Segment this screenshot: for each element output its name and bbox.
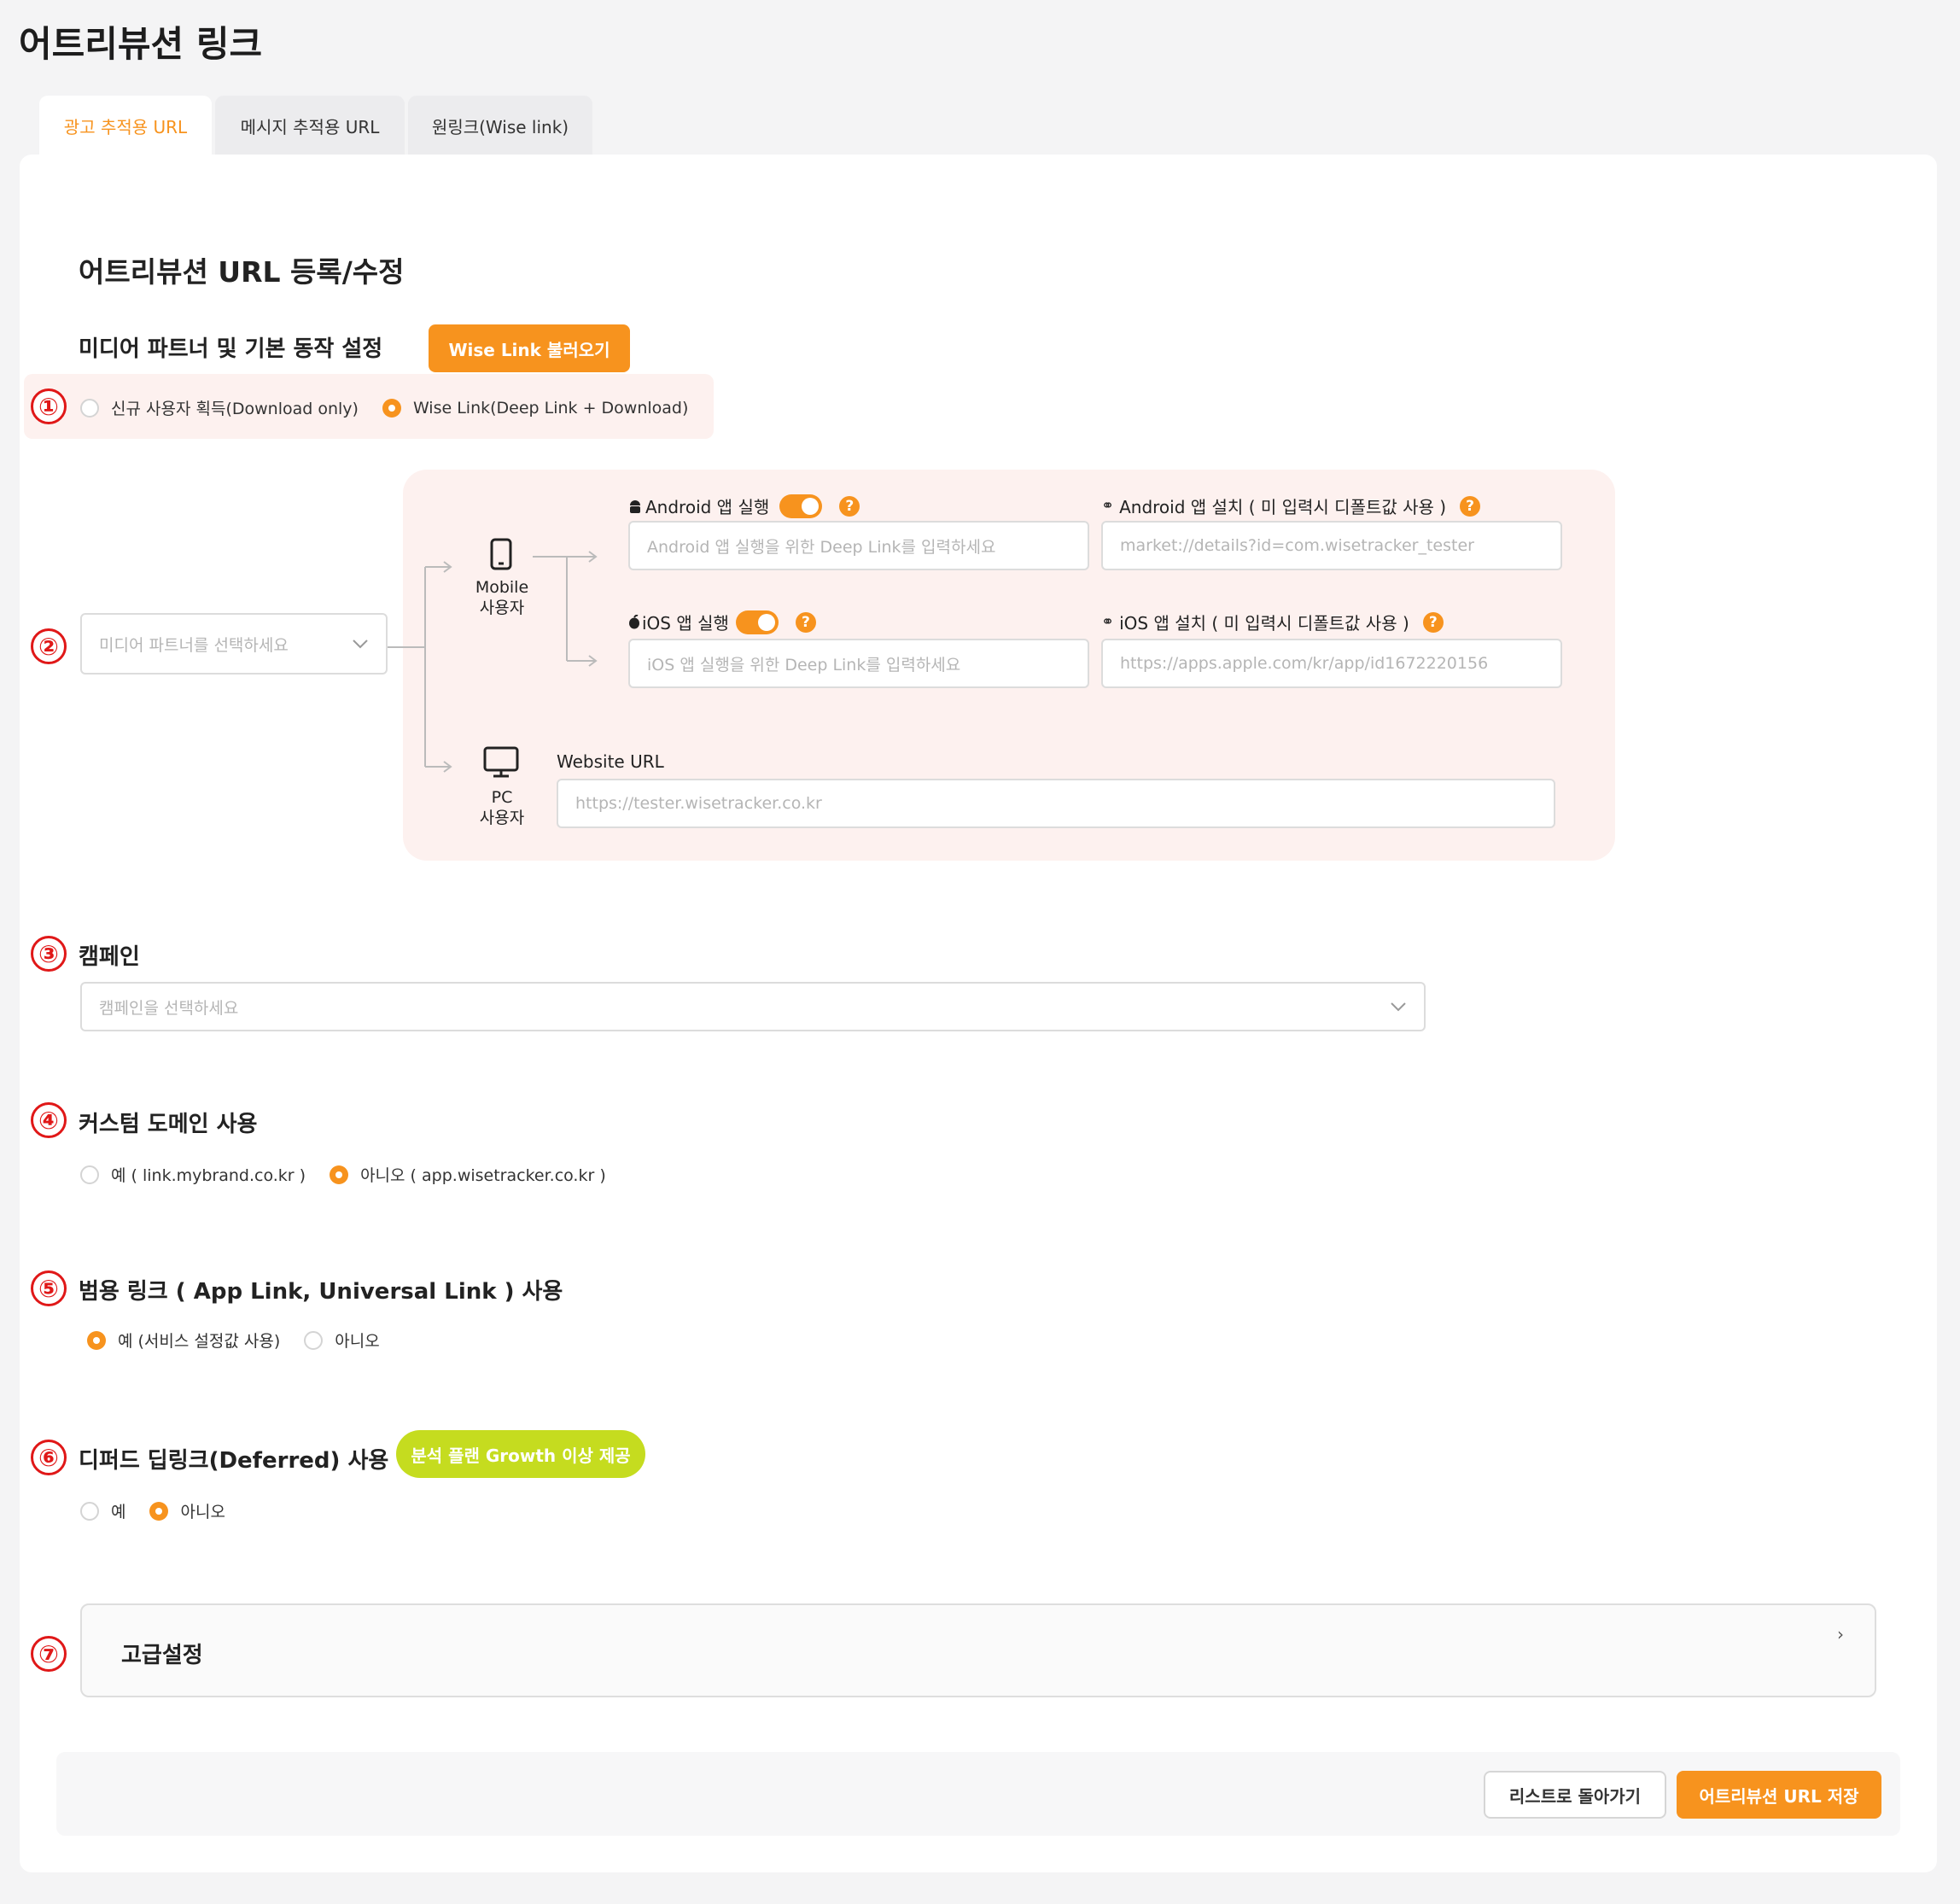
android-exec-toggle[interactable] [779, 494, 823, 518]
radio-universal-link-no[interactable]: 아니오 [304, 1329, 380, 1352]
radio-download-only[interactable]: 신규 사용자 획득(Download only) [80, 396, 359, 419]
mobile-label-line2: 사용자 [479, 599, 525, 617]
radio-deferred-no[interactable]: 아니오 [149, 1499, 225, 1522]
marker-4: ④ [31, 1102, 67, 1138]
tab-ad-tracking-url[interactable]: 광고 추적용 URL [39, 96, 212, 155]
radio-circle[interactable] [80, 1165, 99, 1184]
mobile-label-line1: Mobile [475, 578, 529, 597]
radio-circle-selected[interactable] [330, 1165, 349, 1184]
campaign-select[interactable]: 캠페인을 선택하세요 [80, 982, 1426, 1031]
ios-exec-label: iOS 앱 실행 [642, 613, 729, 634]
android-deep-link-input[interactable]: Android 앱 실행을 위한 Deep Link를 입력하세요 [628, 521, 1089, 570]
radio-deferred-yes[interactable]: 예 [80, 1499, 125, 1522]
android-install-label: Android 앱 설치 ( 미 입력시 디폴트값 사용 ) [1119, 497, 1447, 517]
growth-plan-badge: 분석 플랜 Growth 이상 제공 [396, 1430, 645, 1478]
custom-domain-title: 커스텀 도메인 사용 [79, 1112, 258, 1137]
back-to-list-button[interactable]: 리스트로 돌아가기 [1484, 1771, 1666, 1819]
radio-label: 신규 사용자 획득(Download only) [111, 400, 359, 418]
radio-circle[interactable] [304, 1330, 324, 1350]
radio-custom-domain-no[interactable]: 아니오 ( app.wisetracker.co.kr ) [330, 1163, 606, 1186]
custom-domain-radio-group: 예 ( link.mybrand.co.kr ) 아니오 ( app.wiset… [80, 1163, 630, 1186]
advanced-settings-title: 고급설정 [121, 1643, 203, 1668]
deferred-radio-group: 예 아니오 [80, 1499, 249, 1522]
chevron-down-icon [353, 640, 368, 649]
chevron-right-icon: › [1837, 1624, 1844, 1644]
page-title: 어트리뷰션 링크 [19, 23, 263, 65]
radio-circle-selected[interactable] [149, 1501, 169, 1521]
radio-label: 예 ( link.mybrand.co.kr ) [111, 1166, 306, 1185]
ios-deep-link-input[interactable]: iOS 앱 실행을 위한 Deep Link를 입력하세요 [628, 639, 1089, 688]
save-attribution-url-button[interactable]: 어트리뷰션 URL 저장 [1677, 1771, 1881, 1819]
marker-2: ② [31, 628, 67, 664]
ios-exec-label-row: iOS 앱 실행 ? [628, 610, 816, 634]
ios-install-label: iOS 앱 설치 ( 미 입력시 디폴트값 사용 ) [1119, 613, 1409, 634]
help-icon[interactable]: ? [1422, 611, 1444, 633]
radio-circle[interactable] [80, 398, 99, 418]
mobile-user-label: Mobile 사용자 [459, 577, 545, 618]
radio-label: 아니오 ( app.wisetracker.co.kr ) [360, 1166, 606, 1185]
marker-3: ③ [31, 936, 67, 972]
ios-install-label-row: ⚭ iOS 앱 설치 ( 미 입력시 디폴트값 사용 ) ? [1101, 610, 1444, 634]
pc-label-line2: 사용자 [479, 809, 525, 827]
radio-label: 아니오 [335, 1332, 380, 1351]
android-exec-label-row: Android 앱 실행 ? [628, 494, 860, 518]
radio-custom-domain-yes[interactable]: 예 ( link.mybrand.co.kr ) [80, 1163, 306, 1186]
radio-wise-link[interactable]: Wise Link(Deep Link + Download) [382, 398, 689, 418]
android-install-label-row: ⚭ Android 앱 설치 ( 미 입력시 디폴트값 사용 ) ? [1101, 494, 1481, 518]
pc-user-label: PC 사용자 [459, 787, 545, 828]
website-url-label: Website URL [557, 751, 664, 772]
website-url-input[interactable]: https://tester.wisetracker.co.kr [557, 779, 1555, 828]
chevron-down-icon [1391, 1002, 1406, 1012]
tab-message-tracking-url[interactable]: 메시지 추적용 URL [215, 96, 405, 155]
help-icon[interactable]: ? [839, 495, 860, 517]
behavior-radio-group: 신규 사용자 획득(Download only) Wise Link(Deep … [80, 396, 712, 419]
select-placeholder: 캠페인을 선택하세요 [99, 998, 239, 1018]
radio-circle-selected[interactable] [382, 398, 401, 418]
radio-circle[interactable] [80, 1501, 99, 1521]
marker-6: ⑥ [31, 1440, 67, 1475]
ios-install-url-input[interactable]: https://apps.apple.com/kr/app/id16722201… [1101, 639, 1562, 688]
deferred-title: 디퍼드 딥링크(Deferred) 사용 [79, 1448, 389, 1474]
advanced-settings-accordion[interactable]: 고급설정 › [80, 1603, 1876, 1697]
link-icon: ⚭ [1101, 613, 1115, 631]
radio-circle-selected[interactable] [87, 1330, 106, 1350]
android-install-url-input[interactable]: market://details?id=com.wisetracker_test… [1101, 521, 1562, 570]
apple-icon [629, 615, 639, 629]
form-title: 어트리뷰션 URL 등록/수정 [79, 255, 405, 289]
media-partner-select[interactable]: 미디어 파트너를 선택하세요 [80, 613, 388, 675]
marker-5: ⑤ [31, 1270, 67, 1306]
marker-7: ⑦ [31, 1636, 67, 1672]
radio-label: 예 [111, 1503, 126, 1521]
help-icon[interactable]: ? [1460, 495, 1481, 517]
mobile-phone-icon [490, 538, 512, 570]
load-wise-link-button[interactable]: Wise Link 불러오기 [429, 324, 630, 372]
universal-link-title: 범용 링크 ( App Link, Universal Link ) 사용 [79, 1279, 563, 1305]
ios-exec-toggle[interactable] [735, 610, 779, 634]
media-section-title: 미디어 파트너 및 기본 동작 설정 [79, 336, 383, 362]
select-placeholder: 미디어 파트너를 선택하세요 [99, 635, 289, 655]
universal-link-radio-group: 예 (서비스 설정값 사용) 아니오 [87, 1329, 404, 1352]
link-icon: ⚭ [1101, 497, 1115, 515]
campaign-title: 캠페인 [79, 944, 140, 970]
marker-1: ① [31, 388, 67, 424]
radio-universal-link-yes[interactable]: 예 (서비스 설정값 사용) [87, 1329, 280, 1352]
android-exec-label: Android 앱 실행 [645, 497, 770, 517]
help-icon[interactable]: ? [795, 611, 816, 633]
desktop-monitor-icon [483, 746, 519, 778]
android-icon [630, 499, 640, 513]
pc-label-line1: PC [491, 788, 513, 807]
tab-wise-link[interactable]: 원링크(Wise link) [408, 96, 592, 155]
radio-label: 예 (서비스 설정값 사용) [118, 1332, 281, 1351]
radio-label: Wise Link(Deep Link + Download) [412, 398, 689, 418]
radio-label: 아니오 [180, 1503, 225, 1521]
